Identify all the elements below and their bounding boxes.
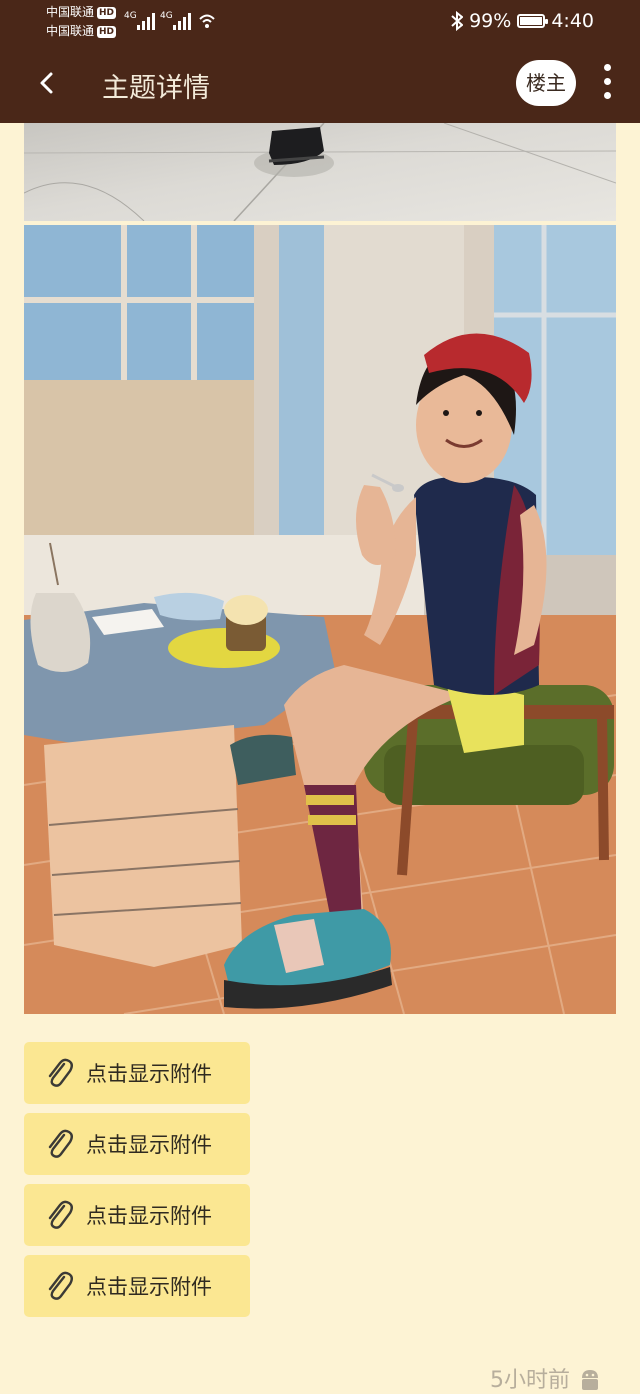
owner-only-button[interactable]: 楼主 [516,60,576,106]
attachment-button[interactable]: 点击显示附件 [24,1042,250,1104]
app-header: 主题详情 楼主 [0,44,640,123]
hd-badge: HD [97,6,117,19]
carrier-1: 中国联通 HD [46,5,117,19]
floor-photo [24,123,616,221]
post-time: 5小时前 [490,1368,570,1393]
battery-percent: 99% [469,10,512,32]
wifi-icon [199,14,215,28]
page-title: 主题详情 [102,73,210,104]
clock: 4:40 [551,10,594,32]
attachment-button[interactable]: 点击显示附件 [24,1113,250,1175]
back-arrow-icon[interactable] [34,69,62,97]
carrier-2-label: 中国联通 [46,24,95,38]
signal-icon [137,12,155,30]
attachment-label: 点击显示附件 [86,1133,212,1157]
battery-icon [517,14,549,28]
paperclip-icon [48,1129,73,1158]
paperclip-icon [48,1200,73,1229]
girl-at-cafe-photo [24,225,616,1014]
post-meta: 5小时前 [490,1362,602,1394]
more-menu-icon[interactable] [600,64,614,104]
signal-icon [173,12,191,30]
network-type-2: 4G [160,11,173,21]
attachment-label: 点击显示附件 [86,1062,212,1086]
post-image-1[interactable] [24,123,616,221]
carrier-1-label: 中国联通 [46,5,95,19]
attachment-button[interactable]: 点击显示附件 [24,1255,250,1317]
attachment-button[interactable]: 点击显示附件 [24,1184,250,1246]
carrier-2: 中国联通 HD [46,24,117,38]
attachment-label: 点击显示附件 [86,1275,212,1299]
paperclip-icon [48,1058,73,1087]
android-icon [582,1370,598,1390]
paperclip-icon [48,1271,73,1300]
bluetooth-icon [451,11,464,31]
status-right: 99% 4:40 [451,10,594,32]
post-image-2[interactable] [24,225,616,1014]
hd-badge: HD [97,25,117,38]
network-type-1: 4G [124,11,137,21]
attachment-label: 点击显示附件 [86,1204,212,1228]
status-bar: 中国联通 HD 中国联通 HD 4G 4G 99% 4:40 [0,0,640,44]
